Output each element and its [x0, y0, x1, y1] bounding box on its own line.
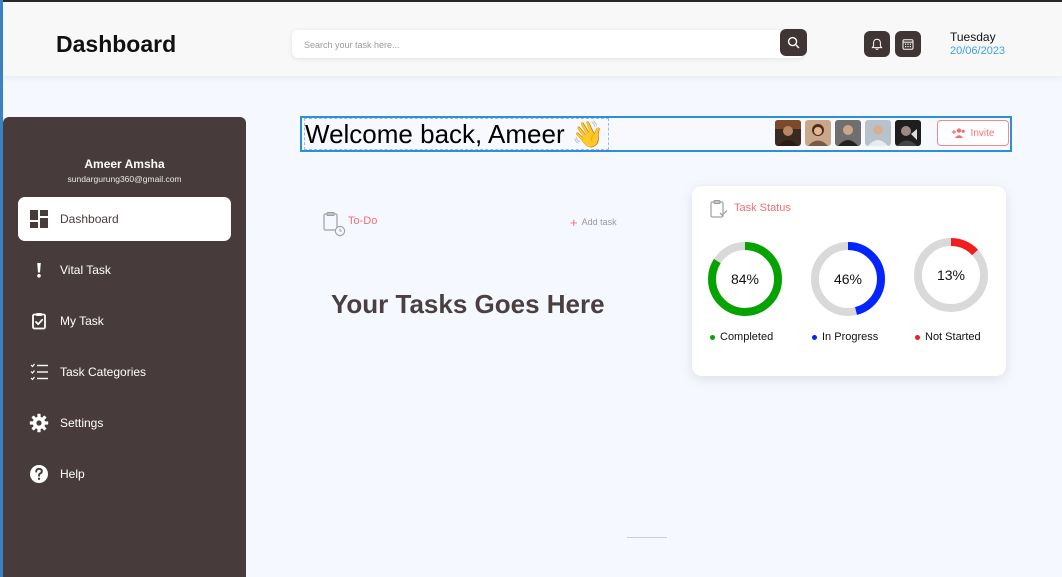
legend-not-started: Not Started [915, 331, 981, 343]
legend-in-progress: In Progress [812, 331, 878, 343]
avatar[interactable] [865, 120, 891, 146]
add-user-icon [951, 128, 965, 138]
sidebar-item-vital-task[interactable]: Vital Task [18, 248, 231, 292]
invite-button[interactable]: Invite [937, 120, 1009, 146]
add-task-button[interactable]: + Add task [570, 214, 617, 230]
todo-clipboard-icon [322, 211, 348, 244]
sidebar-item-help[interactable]: Help [18, 452, 231, 496]
calendar-icon [902, 39, 914, 50]
legend-label: In Progress [822, 331, 879, 343]
sidebar-item-label: Task Categories [60, 365, 147, 379]
in-progress-progress-ring: 46% [810, 241, 886, 317]
search-button[interactable] [780, 29, 807, 56]
clipboard-icon [709, 199, 729, 224]
invite-label: Invite [970, 127, 995, 139]
completed-percent: 84% [730, 271, 760, 287]
status-dot [915, 334, 920, 340]
exclamation-icon [28, 259, 50, 281]
gear-icon [28, 412, 50, 434]
empty-tasks-message: Your Tasks Goes Here [331, 289, 605, 319]
sidebar-item-my-task[interactable]: My Task [18, 299, 231, 343]
avatar[interactable] [805, 120, 831, 146]
notifications-button[interactable] [864, 31, 890, 57]
welcome-heading: Welcome back, Ameer 👋 [304, 118, 610, 150]
calendar-button[interactable] [895, 31, 921, 57]
search-icon [787, 36, 800, 49]
add-task-label: Add task [581, 217, 617, 227]
list-icon [28, 361, 50, 383]
welcome-banner: Welcome back, Ameer 👋 Invite [300, 116, 1012, 152]
not-started-percent: 13% [936, 267, 966, 283]
sidebar-item-label: Settings [60, 416, 104, 430]
plus-icon: + [570, 214, 578, 230]
sidebar-item-dashboard[interactable]: Dashboard [18, 197, 231, 241]
sidebar-item-label: Vital Task [60, 263, 111, 277]
avatar[interactable] [835, 120, 861, 146]
not-started-progress-ring: 13% [913, 237, 989, 313]
legend-label: Completed [720, 331, 774, 343]
sidebar-item-label: Dashboard [60, 212, 119, 226]
task-status-heading: Task Status [734, 202, 791, 214]
divider [627, 537, 667, 538]
clipboard-check-icon [28, 310, 50, 332]
user-email: sundargurung360@gmail.com [67, 174, 182, 184]
user-name: Ameer Amsha [84, 157, 165, 171]
search-bar [292, 29, 807, 60]
avatar[interactable] [775, 120, 801, 146]
dashboard-icon [28, 208, 50, 230]
top-header: Dashboard Tuesday 20/06/2023 [3, 2, 1062, 76]
sidebar-item-task-categories[interactable]: Task Categories [18, 350, 231, 394]
task-status-card: Task Status 84% 46% 13% Completed In Pro… [692, 186, 1006, 376]
legend-completed: Completed [710, 331, 773, 343]
current-date: Tuesday 20/06/2023 [950, 30, 1005, 59]
todo-heading: To-Do [348, 215, 378, 227]
sidebar-item-label: My Task [60, 314, 104, 328]
day-label: Tuesday [950, 30, 996, 44]
completed-progress-ring: 84% [707, 241, 783, 317]
search-input[interactable] [302, 30, 776, 60]
legend-label: Not Started [925, 331, 981, 343]
question-icon [28, 463, 50, 485]
sidebar-item-settings[interactable]: Settings [18, 401, 231, 445]
team-avatars [775, 120, 921, 146]
status-dot [710, 334, 715, 340]
avatar[interactable] [895, 120, 921, 146]
status-dot [812, 334, 817, 340]
sidebar-item-label: Help [60, 467, 85, 481]
bell-icon [871, 38, 883, 50]
sidebar: Ameer Amsha sundargurung360@gmail.com Da… [3, 117, 246, 577]
date-label: 20/06/2023 [950, 45, 1006, 57]
in-progress-percent: 46% [833, 271, 863, 287]
app-title: Dashboard [56, 31, 177, 57]
